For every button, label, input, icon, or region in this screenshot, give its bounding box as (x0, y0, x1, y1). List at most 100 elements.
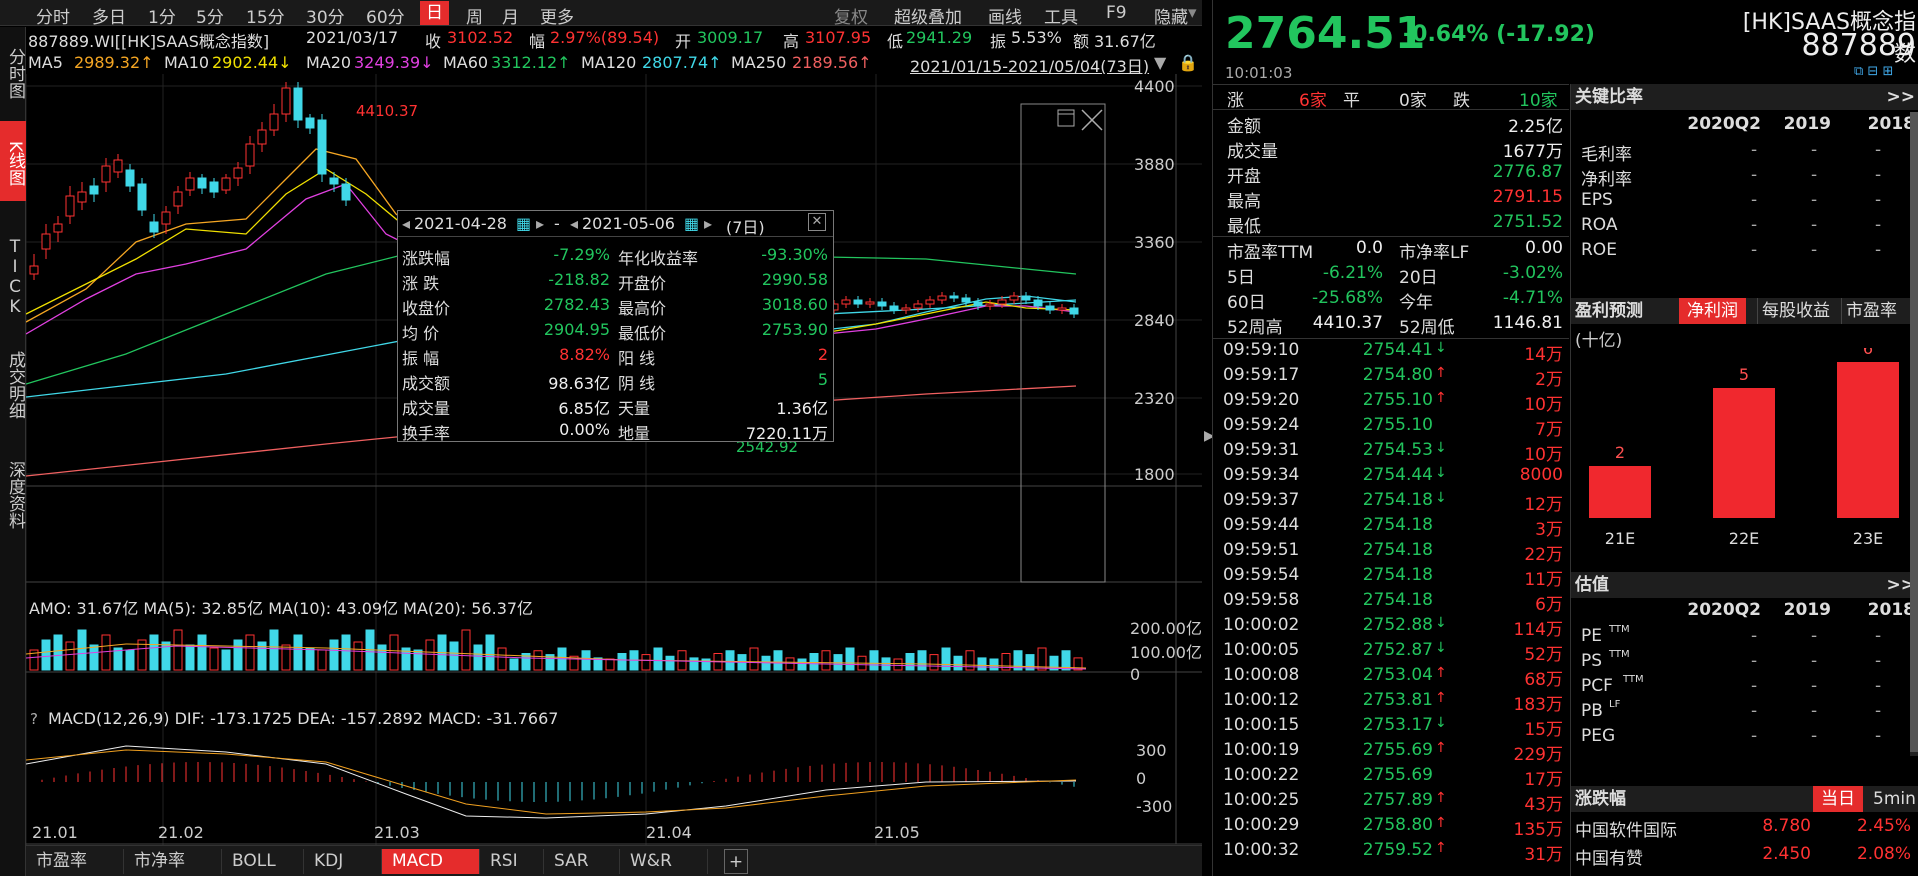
ratio-value: - (1875, 676, 1882, 696)
ratio-label: EPS (1581, 190, 1613, 210)
tick-direction-icon: ↑ (1435, 690, 1447, 706)
ratio-label: ROA (1581, 215, 1618, 235)
vtab-kline[interactable]: K线图 (0, 121, 26, 201)
tab-multiday[interactable]: 多日 (92, 3, 126, 28)
stat-value: -25.68% (1312, 288, 1383, 308)
kline-chart[interactable]: 4410.37 2542.92 440038803360284023201800… (26, 74, 1202, 876)
x-tick-label: 21.03 (374, 823, 420, 842)
scrollbar[interactable] (1910, 112, 1918, 756)
hide-button[interactable]: 隐藏 (1154, 3, 1188, 28)
panel-controls[interactable]: ⧉ ⊟ ⊞ (1854, 64, 1893, 79)
vtab-intraday[interactable]: 分时图 (0, 35, 26, 111)
tab-5min[interactable]: 5分 (196, 3, 224, 28)
valuation-header: 估值 >> (1571, 572, 1918, 598)
stat-value: 2.25亿 (1508, 117, 1563, 137)
tab-intraday[interactable]: 分时 (36, 3, 70, 28)
stat-label: 成交量 (1227, 142, 1278, 162)
col-header: 2019 (1783, 600, 1831, 620)
tab-sar[interactable]: SAR (544, 849, 620, 874)
range-end-input[interactable]: 2021-05-06 (582, 214, 675, 233)
adjust-button[interactable]: 复权 (834, 3, 868, 28)
tab-kdj[interactable]: KDJ (304, 849, 382, 874)
dropdown-icon[interactable]: ▼ (1154, 53, 1166, 72)
stat-value: 2 (817, 345, 828, 364)
stat-label: 52周高 (1227, 318, 1283, 338)
tab-pb[interactable]: 市净率 (124, 849, 222, 874)
candle (889, 305, 899, 311)
stat-value: 1.36亿 (776, 399, 828, 418)
macd-tick-label: 300 (1136, 741, 1167, 760)
change-label: 幅 (529, 32, 546, 51)
close-icon[interactable]: ✕ (808, 213, 826, 231)
tab-today[interactable]: 当日 (1813, 786, 1863, 812)
high-label: 高 (783, 32, 800, 51)
tab-boll[interactable]: BOLL (222, 849, 304, 874)
overlay-button[interactable]: 超级叠加 (894, 3, 962, 28)
volume-bar (605, 658, 615, 671)
ratios-more-link[interactable]: >> (1887, 84, 1916, 110)
tab-rsi[interactable]: RSI (480, 849, 544, 874)
tick-time: 09:59:54 (1223, 565, 1300, 585)
tick-time: 09:59:10 (1223, 340, 1300, 360)
tab-eps[interactable]: 每股收益 (1757, 298, 1830, 324)
tick-direction-icon: ↑ (1435, 815, 1447, 831)
col-header: 2020Q2 (1687, 600, 1761, 620)
calendar-icon[interactable]: ▦ (516, 214, 531, 233)
tab-daily[interactable]: 日 (420, 1, 449, 25)
tab-pe[interactable]: 市盈率 (26, 849, 124, 874)
range-start-input[interactable]: 2021-04-28 (414, 214, 507, 233)
vtab-trades[interactable]: 成交明细 (0, 335, 26, 435)
tab-net-profit[interactable]: 净利润 (1679, 298, 1746, 324)
tick-volume: 52万 (1524, 645, 1563, 665)
tick-volume: 229万 (1513, 745, 1563, 765)
tick-volume: 183万 (1513, 695, 1563, 715)
tick-volume: 14万 (1524, 345, 1563, 365)
tick-volume: 17万 (1524, 770, 1563, 790)
mover-name[interactable]: 中国软件国际 (1575, 816, 1677, 841)
stat-label: 60日 (1227, 293, 1266, 313)
calendar-icon[interactable]: ▦ (684, 214, 699, 233)
ma60-label: MA60 (443, 53, 489, 72)
vtab-profile[interactable]: 深度资料 (0, 445, 26, 545)
tab-more[interactable]: 更多 (540, 3, 574, 28)
vtab-tick[interactable]: TICK (0, 217, 26, 337)
help-icon[interactable]: ? (30, 710, 38, 728)
tab-15min[interactable]: 15分 (246, 3, 285, 28)
tick-price: 2757.89 (1362, 790, 1433, 810)
tab-wr[interactable]: W&R (620, 849, 708, 874)
forecast-bar (1837, 362, 1899, 518)
ma120-label: MA120 (581, 53, 637, 72)
ratio-label: PEG (1581, 726, 1616, 746)
volume-bar (497, 647, 507, 671)
stat-label: 均 价 (402, 324, 440, 343)
lock-icon[interactable]: 🔒 (1178, 53, 1198, 72)
bar-value: 6 (1863, 348, 1873, 358)
volume-bar (617, 653, 627, 671)
chevron-down-icon[interactable]: ▾ (1188, 3, 1197, 23)
stat-value: 0.00 (1525, 238, 1563, 258)
tab-60min[interactable]: 60分 (366, 3, 405, 28)
volume-bar (917, 650, 927, 671)
tab-5min[interactable]: 5min (1873, 786, 1916, 812)
tab-1min[interactable]: 1分 (148, 3, 176, 28)
tab-30min[interactable]: 30分 (306, 3, 345, 28)
add-indicator-icon[interactable]: + (724, 849, 748, 874)
mover-name[interactable]: 中国有赞 (1575, 844, 1643, 869)
bar-label: 21E (1605, 529, 1635, 548)
amount-value: 31.67亿 (1094, 32, 1156, 51)
tools-button[interactable]: 工具 (1044, 3, 1078, 28)
tick-volume: 3万 (1535, 520, 1563, 540)
tab-macd[interactable]: MACD (382, 849, 480, 874)
tick-price: 2752.88 (1362, 615, 1433, 635)
mover-change: 2.08% (1856, 844, 1911, 864)
stat-value: 1677万 (1502, 142, 1563, 162)
f9-button[interactable]: F9 (1106, 3, 1127, 23)
tab-monthly[interactable]: 月 (502, 3, 519, 28)
draw-button[interactable]: 画线 (988, 3, 1022, 28)
stat-value: 2990.58 (761, 270, 828, 289)
ratio-value: - (1875, 651, 1882, 671)
volume-bar (749, 647, 759, 671)
ratio-value: - (1811, 215, 1818, 235)
tab-weekly[interactable]: 周 (466, 3, 483, 28)
tab-pe[interactable]: 市盈率 (1841, 298, 1897, 324)
